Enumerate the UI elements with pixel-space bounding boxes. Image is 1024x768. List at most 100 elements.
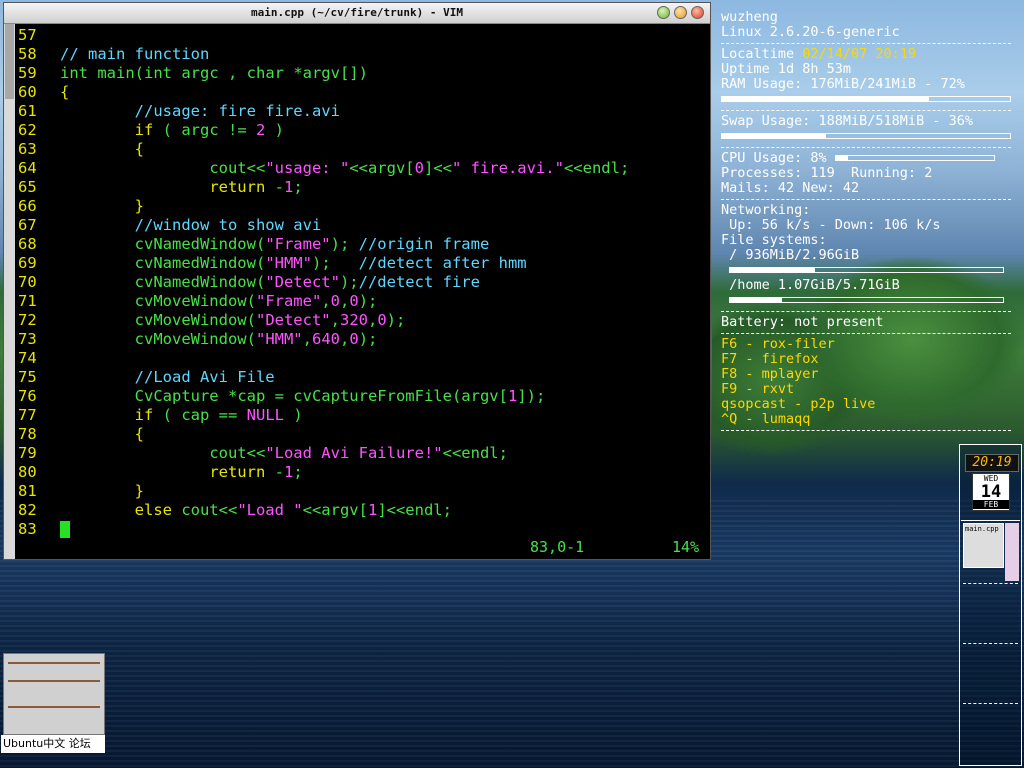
code-line: 67 //window to show avi <box>18 216 710 235</box>
shortcut-item: F6 - rox-filer <box>721 336 835 352</box>
code-string: "HMM" <box>255 330 303 348</box>
code-comment: //detect after hmm <box>358 254 527 272</box>
code-number: 0 <box>377 311 387 329</box>
conky-system-monitor: wuzheng Linux 2.6.20-6-generic Localtime… <box>721 10 1021 434</box>
code-comment: //usage: fire fire.avi <box>134 102 340 120</box>
fs-root-bar <box>729 267 1005 273</box>
code-line: 57 <box>18 26 710 45</box>
line-number: 73 <box>18 330 37 348</box>
code-line: 83 <box>18 520 710 539</box>
code-string: "Load Avi Failure!" <box>265 444 443 462</box>
browser-window-thumbnail[interactable] <box>3 653 105 735</box>
code-number: 1 <box>283 463 294 481</box>
conky-swap: Swap Usage: 188MiB/518MiB - 36% <box>721 113 973 129</box>
code-line: 59 int main(int argc , char *argv[]) <box>18 64 710 83</box>
code-comment: //origin frame <box>358 235 490 253</box>
conky-battery: Battery: not present <box>721 314 884 330</box>
code-string: "Frame" <box>255 292 322 310</box>
calendar-day: 14 <box>980 482 1002 502</box>
code-text: ) <box>265 121 284 139</box>
calendar-applet[interactable]: WED 14 FEB <box>972 473 1010 511</box>
cpu-usage-text: CPU Usage: 8% <box>721 150 827 166</box>
line-number: 61 <box>18 102 37 120</box>
code-line: 58 // main function <box>18 45 710 64</box>
fs-home-bar-fill <box>730 298 782 302</box>
localtime-label: Localtime <box>721 46 803 62</box>
fs-home-bar <box>729 297 1005 303</box>
code-line: 79 cout<<"Load Avi Failure!"<<endl; <box>18 444 710 463</box>
pager-window-thumbnail-2[interactable] <box>1005 523 1019 581</box>
code-text: cvMoveWindow( <box>134 292 256 310</box>
maximize-button[interactable] <box>674 6 687 19</box>
code-number: 1 <box>367 501 378 519</box>
window-titlebar[interactable]: main.cpp (~/cv/fire/trunk) - VIM <box>4 3 710 24</box>
pager-divider <box>963 643 1018 644</box>
shortcut-item: F8 - mplayer <box>721 366 819 382</box>
code-type: int <box>60 64 88 82</box>
code-text: , <box>340 292 350 310</box>
dock-slit: 20:19 WED 14 FEB main.cpp <box>959 444 1022 766</box>
pager-window-thumbnail[interactable]: main.cpp <box>963 523 1004 568</box>
code-text: cvNamedWindow( <box>134 273 266 291</box>
code-line: 73 cvMoveWindow("HMM",640,0); <box>18 330 710 349</box>
code-text: ); <box>311 254 359 272</box>
code-text: ; <box>293 463 303 481</box>
code-text: <<endl; <box>563 159 630 177</box>
conky-net-rates: Up: 56 k/s - Down: 106 k/s <box>721 217 941 233</box>
fs-root-bar-fill <box>730 268 815 272</box>
scroll-percent: 14% <box>672 538 700 556</box>
code-text: , <box>340 330 350 348</box>
line-number: 59 <box>18 64 37 82</box>
code-text: ; <box>293 178 303 196</box>
cpu-usage-bar <box>834 155 995 161</box>
code-keyword: else <box>134 501 172 519</box>
line-number: 62 <box>18 121 37 139</box>
code-brace: { <box>134 425 144 443</box>
code-number: 640 <box>312 330 340 348</box>
conky-cpu: CPU Usage: 8% <box>721 151 1021 166</box>
line-number: 63 <box>18 140 37 158</box>
workspace-pager[interactable]: main.cpp <box>961 520 1020 766</box>
code-type: CvCapture <box>134 387 219 405</box>
code-text: main( <box>88 64 144 82</box>
scrollbar-thumb[interactable] <box>5 24 14 99</box>
divider <box>721 43 1011 44</box>
conky-localtime: Localtime 02/14/07 20:19 <box>721 47 1021 62</box>
line-number: 58 <box>18 45 37 63</box>
conky-uptime: Uptime 1d 8h 53m <box>721 61 852 77</box>
code-string: "HMM" <box>265 254 312 272</box>
close-button[interactable] <box>691 6 704 19</box>
conky-mails: Mails: 42 New: 42 <box>721 180 860 196</box>
code-text: ( cap == <box>153 406 247 424</box>
code-text: , <box>321 292 331 310</box>
ram-usage-bar-fill <box>722 97 930 101</box>
vim-window[interactable]: main.cpp (~/cv/fire/trunk) - VIM 57 58 //… <box>3 2 711 560</box>
scrollbar[interactable] <box>4 24 15 559</box>
divider <box>721 430 1011 431</box>
code-comment: //window to show avi <box>134 216 322 234</box>
code-line: 72 cvMoveWindow("Detect",320,0); <box>18 311 710 330</box>
code-type: int <box>144 64 172 82</box>
minimize-button[interactable] <box>657 6 670 19</box>
code-line: 64 cout<<"usage: "<<argv[0]<<" fire.avi.… <box>18 159 710 178</box>
code-brace: } <box>134 482 144 500</box>
conky-processes: Processes: 119 Running: 2 <box>721 165 933 181</box>
browser-window-label[interactable]: Ubuntu中文 论坛 <box>1 735 105 753</box>
window-title: main.cpp (~/cv/fire/trunk) - VIM <box>251 6 463 19</box>
code-text: , <box>367 311 378 329</box>
clock-applet[interactable]: 20:19 <box>965 454 1019 472</box>
code-line: 68 cvNamedWindow("Frame"); //origin fram… <box>18 235 710 254</box>
code-line: 70 cvNamedWindow("Detect");//detect fire <box>18 273 710 292</box>
code-line: 81 } <box>18 482 710 501</box>
code-text: *cap = cvCaptureFromFile(argv[ <box>218 387 508 405</box>
editor-text-area[interactable]: 57 58 // main function 59 int main(int arg… <box>18 26 710 539</box>
divider <box>721 199 1011 200</box>
code-string: "Detect" <box>265 273 340 291</box>
code-number: 0 <box>349 330 359 348</box>
thumbnail-detail <box>8 706 100 708</box>
cursor-position: 83,0-1 <box>530 538 585 556</box>
code-keyword: return <box>209 178 266 196</box>
shortcut-item: F9 - rxvt <box>721 381 795 397</box>
conky-user: wuzheng <box>721 9 778 25</box>
code-line: 77 if ( cap == NULL ) <box>18 406 710 425</box>
